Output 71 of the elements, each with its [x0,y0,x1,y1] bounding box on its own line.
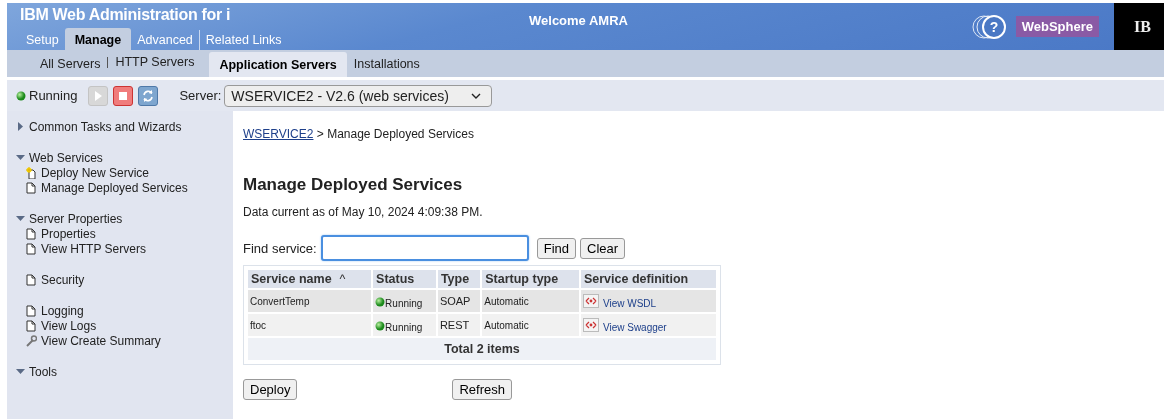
column-header[interactable]: Status [373,270,436,288]
sidebar-section[interactable]: Server Properties [16,211,233,226]
breadcrumb-text: > Manage Deployed Services [315,127,474,141]
xml-file-icon [582,294,599,308]
subtab[interactable]: HTTP Servers [107,57,202,68]
status-dot-icon [375,320,386,331]
find-field[interactable] [320,235,529,261]
find-button[interactable]: Find [536,237,576,259]
page-icon [25,242,37,255]
subtab[interactable]: Installations [346,53,427,77]
clear-button[interactable]: Clear [580,237,626,259]
sidebar-link[interactable]: Logging [16,303,233,318]
column-header[interactable]: Service name ^ [248,270,372,288]
chevron-icon [471,92,482,99]
expanded-arrow-icon [16,367,25,376]
sidebar-link[interactable]: Properties [16,226,233,241]
status-text: Running [29,88,78,103]
subtab[interactable]: Application Servers [209,52,347,77]
sidebar-link[interactable]: Deploy New Service [16,165,233,180]
status-text: Running [385,298,423,310]
refresh-list-button[interactable]: Refresh [452,379,512,400]
collapsed-arrow-icon [16,122,25,131]
sidebar-section[interactable]: Tools [16,364,233,379]
page-icon [25,304,37,317]
new-page-icon [25,166,37,179]
page-icon [25,227,37,240]
ibm-logo: IB [1114,3,1164,50]
page-icon [25,181,37,194]
status-dot-icon [16,90,26,101]
page-icon [25,319,37,332]
breadcrumb-link[interactable]: WSERVICE2 [243,127,314,141]
play-icon [93,89,104,102]
page-heading: Manage Deployed Services [243,175,464,195]
subtab[interactable]: All Servers [33,53,108,77]
column-header[interactable]: Service definition [580,270,716,288]
expanded-arrow-icon [16,214,25,223]
server-label: Server: [179,88,222,103]
stop-button[interactable] [113,85,134,106]
expanded-arrow-icon [16,153,25,162]
sidebar-link[interactable]: View HTTP Servers [16,241,233,256]
find-label: Find service: [243,240,317,256]
column-header[interactable]: Type [437,270,481,288]
app-title: IBM Web Administration for i [20,5,232,24]
sidebar-link[interactable]: View Create Summary [16,333,233,348]
table-cell: Automatic [482,290,579,312]
table-cell: ConvertTemp [248,290,372,312]
table-cell: Automatic [482,314,579,336]
deploy-button[interactable]: Deploy [243,379,298,400]
sidebar-link[interactable]: View Logs [16,318,233,333]
sidebar-section[interactable]: Common Tasks and Wizards [16,119,233,134]
column-header[interactable]: Startup type [482,270,579,288]
sidebar-section[interactable]: Web Services [16,150,233,165]
refresh-button[interactable] [138,85,159,106]
page-icon [25,273,37,286]
wrench-icon [25,334,37,347]
sidebar-link[interactable]: Security [16,272,233,287]
status-text: Running [385,322,423,334]
nav-tab[interactable]: Manage [64,28,132,50]
sort-indicator: ^ [339,272,346,286]
data-timestamp: Data current as of May 10, 2024 4:09:38 PM. [243,205,484,219]
stop-icon [118,90,129,101]
sidebar-link[interactable]: Manage Deployed Services [16,180,233,195]
refresh-icon [141,88,156,103]
table-footer: Total 2 items [248,338,716,360]
table-cell: REST [437,314,481,336]
welcome-text: Welcome AMRA [528,12,629,30]
table-cell: ftoc [248,314,372,336]
server-dropdown[interactable]: WSERVICE2 - V2.6 (web services) [224,84,493,107]
websphere-logo: WebSphere [1015,16,1099,37]
table-cell: SOAP [437,290,481,312]
status-dot-icon [375,296,386,307]
